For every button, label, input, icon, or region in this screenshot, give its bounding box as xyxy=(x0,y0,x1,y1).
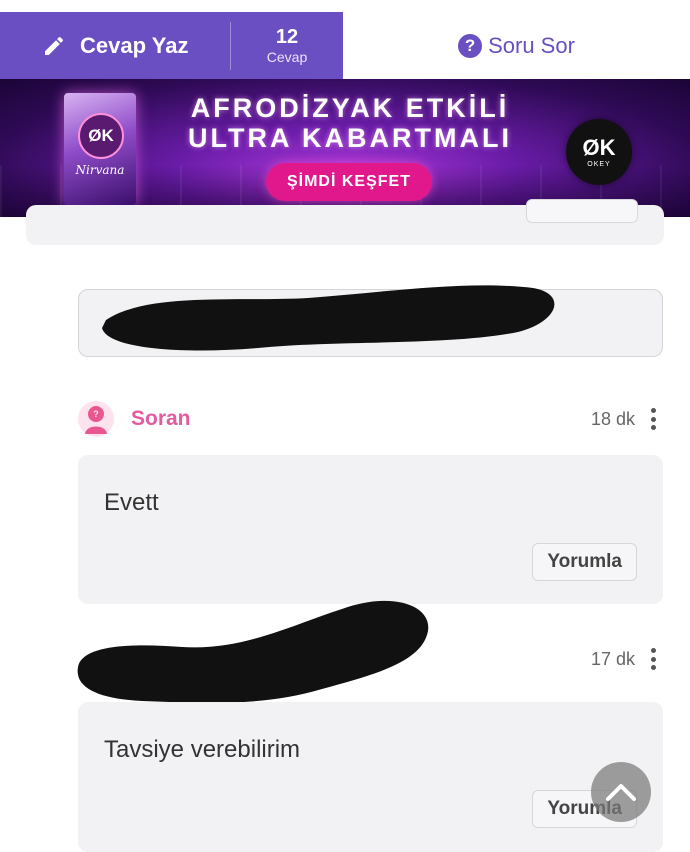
answer-count-unit: Cevap xyxy=(266,49,308,65)
reply-button[interactable]: Yorumla xyxy=(532,543,637,581)
write-answer-button[interactable]: Cevap Yaz 12 Cevap xyxy=(0,12,343,79)
author-name[interactable]: Soran xyxy=(131,407,191,431)
answer-card: Evett Yorumla xyxy=(78,455,663,604)
redaction-scribble xyxy=(102,285,555,351)
post-header: ? Soran 18 dk xyxy=(78,400,663,438)
post-time: 17 dk xyxy=(590,648,635,669)
post-header: 17 dk xyxy=(78,640,663,678)
ad-headline-line2: ULTRA KABARTMALI xyxy=(188,123,512,153)
scroll-to-top-button[interactable] xyxy=(591,762,651,822)
previous-reply-button[interactable] xyxy=(526,199,638,223)
ask-question-label: Soru Sor xyxy=(488,32,575,58)
chevron-up-icon xyxy=(606,784,636,801)
pencil-icon xyxy=(42,33,68,59)
more-options-icon[interactable] xyxy=(651,408,657,430)
pack-name: Nirvana xyxy=(75,163,125,177)
answer-count: 12 Cevap xyxy=(231,27,343,64)
ad-banner[interactable]: ØK Nirvana AFRODİZYAK ETKİLİ ULTRA KABAR… xyxy=(0,79,690,217)
brand-logo-mark: ØK xyxy=(582,134,616,160)
more-options-icon[interactable] xyxy=(651,648,657,670)
previous-answer-card xyxy=(26,199,664,245)
post-time: 18 dk xyxy=(590,408,635,429)
ad-headline-line1: AFRODİZYAK ETKİLİ xyxy=(190,93,510,123)
pack-logo: ØK xyxy=(78,113,124,159)
answer-text: Evett xyxy=(104,489,159,516)
ad-headline: AFRODİZYAK ETKİLİ ULTRA KABARTMALI xyxy=(160,93,540,153)
avatar[interactable]: ? xyxy=(78,401,114,437)
ask-question-button[interactable]: ? Soru Sor xyxy=(343,12,690,79)
female-avatar-icon: ? xyxy=(85,406,107,434)
svg-text:?: ? xyxy=(93,409,99,419)
action-bar: Cevap Yaz 12 Cevap ? Soru Sor xyxy=(0,12,690,79)
brand-logo-sub: OKEY xyxy=(587,160,611,168)
ad-cta-button[interactable]: ŞİMDİ KEŞFET xyxy=(266,163,432,201)
write-answer-label: Cevap Yaz xyxy=(80,32,189,58)
answer-text: Tavsiye verebilirim xyxy=(104,736,301,763)
answer-card: Tavsiye verebilirim Yorumla xyxy=(78,702,663,852)
brand-logo: ØK OKEY xyxy=(566,119,632,185)
answer-count-number: 12 xyxy=(275,26,299,48)
product-pack-image: ØK Nirvana xyxy=(64,93,136,205)
question-circle-icon: ? xyxy=(458,33,483,58)
